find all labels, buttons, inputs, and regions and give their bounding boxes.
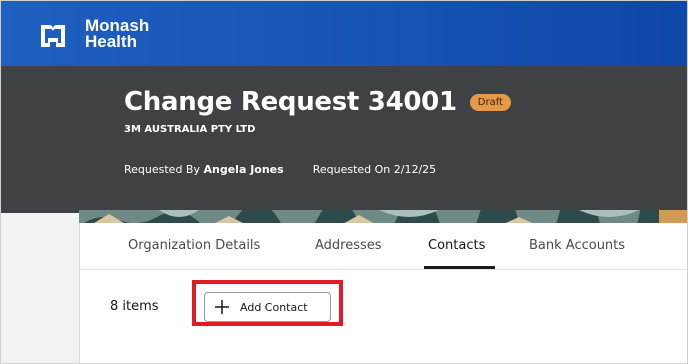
organization-name: 3M AUSTRALIA PTY LTD <box>124 124 256 135</box>
title-row: Change Request 34001 Draft <box>124 87 511 117</box>
monash-health-logo-icon <box>41 24 65 47</box>
requested-by-value: Angela Jones <box>203 163 284 176</box>
requested-by-label: Requested By <box>124 163 200 176</box>
highlight-box <box>192 280 343 326</box>
requested-on-value: 2/12/25 <box>393 163 437 176</box>
active-tab-indicator <box>424 266 495 269</box>
brand-bar: Monash Health <box>1 1 687 66</box>
request-meta: Requested By Angela Jones Requested On 2… <box>124 163 436 176</box>
tab-contacts[interactable]: Contacts <box>428 238 485 253</box>
app-window: Monash Health Change Request 34001 Draft… <box>0 0 688 364</box>
left-panel <box>1 213 79 363</box>
page-title: Change Request 34001 <box>124 87 457 117</box>
tab-bar: Organization Details Addresses Contacts … <box>80 223 687 270</box>
item-count: 8 items <box>110 299 159 314</box>
content-card: Organization Details Addresses Contacts … <box>79 223 687 363</box>
requested-on-label: Requested On <box>312 163 391 176</box>
status-badge: Draft <box>469 93 511 111</box>
brand-name[interactable]: Monash Health <box>85 17 149 51</box>
brand-name-line2: Health <box>85 32 137 51</box>
page-header: Change Request 34001 Draft 3M AUSTRALIA … <box>1 66 687 213</box>
tab-organization-details[interactable]: Organization Details <box>128 238 260 253</box>
tab-addresses[interactable]: Addresses <box>315 238 382 253</box>
tab-bank-accounts[interactable]: Bank Accounts <box>529 238 625 253</box>
